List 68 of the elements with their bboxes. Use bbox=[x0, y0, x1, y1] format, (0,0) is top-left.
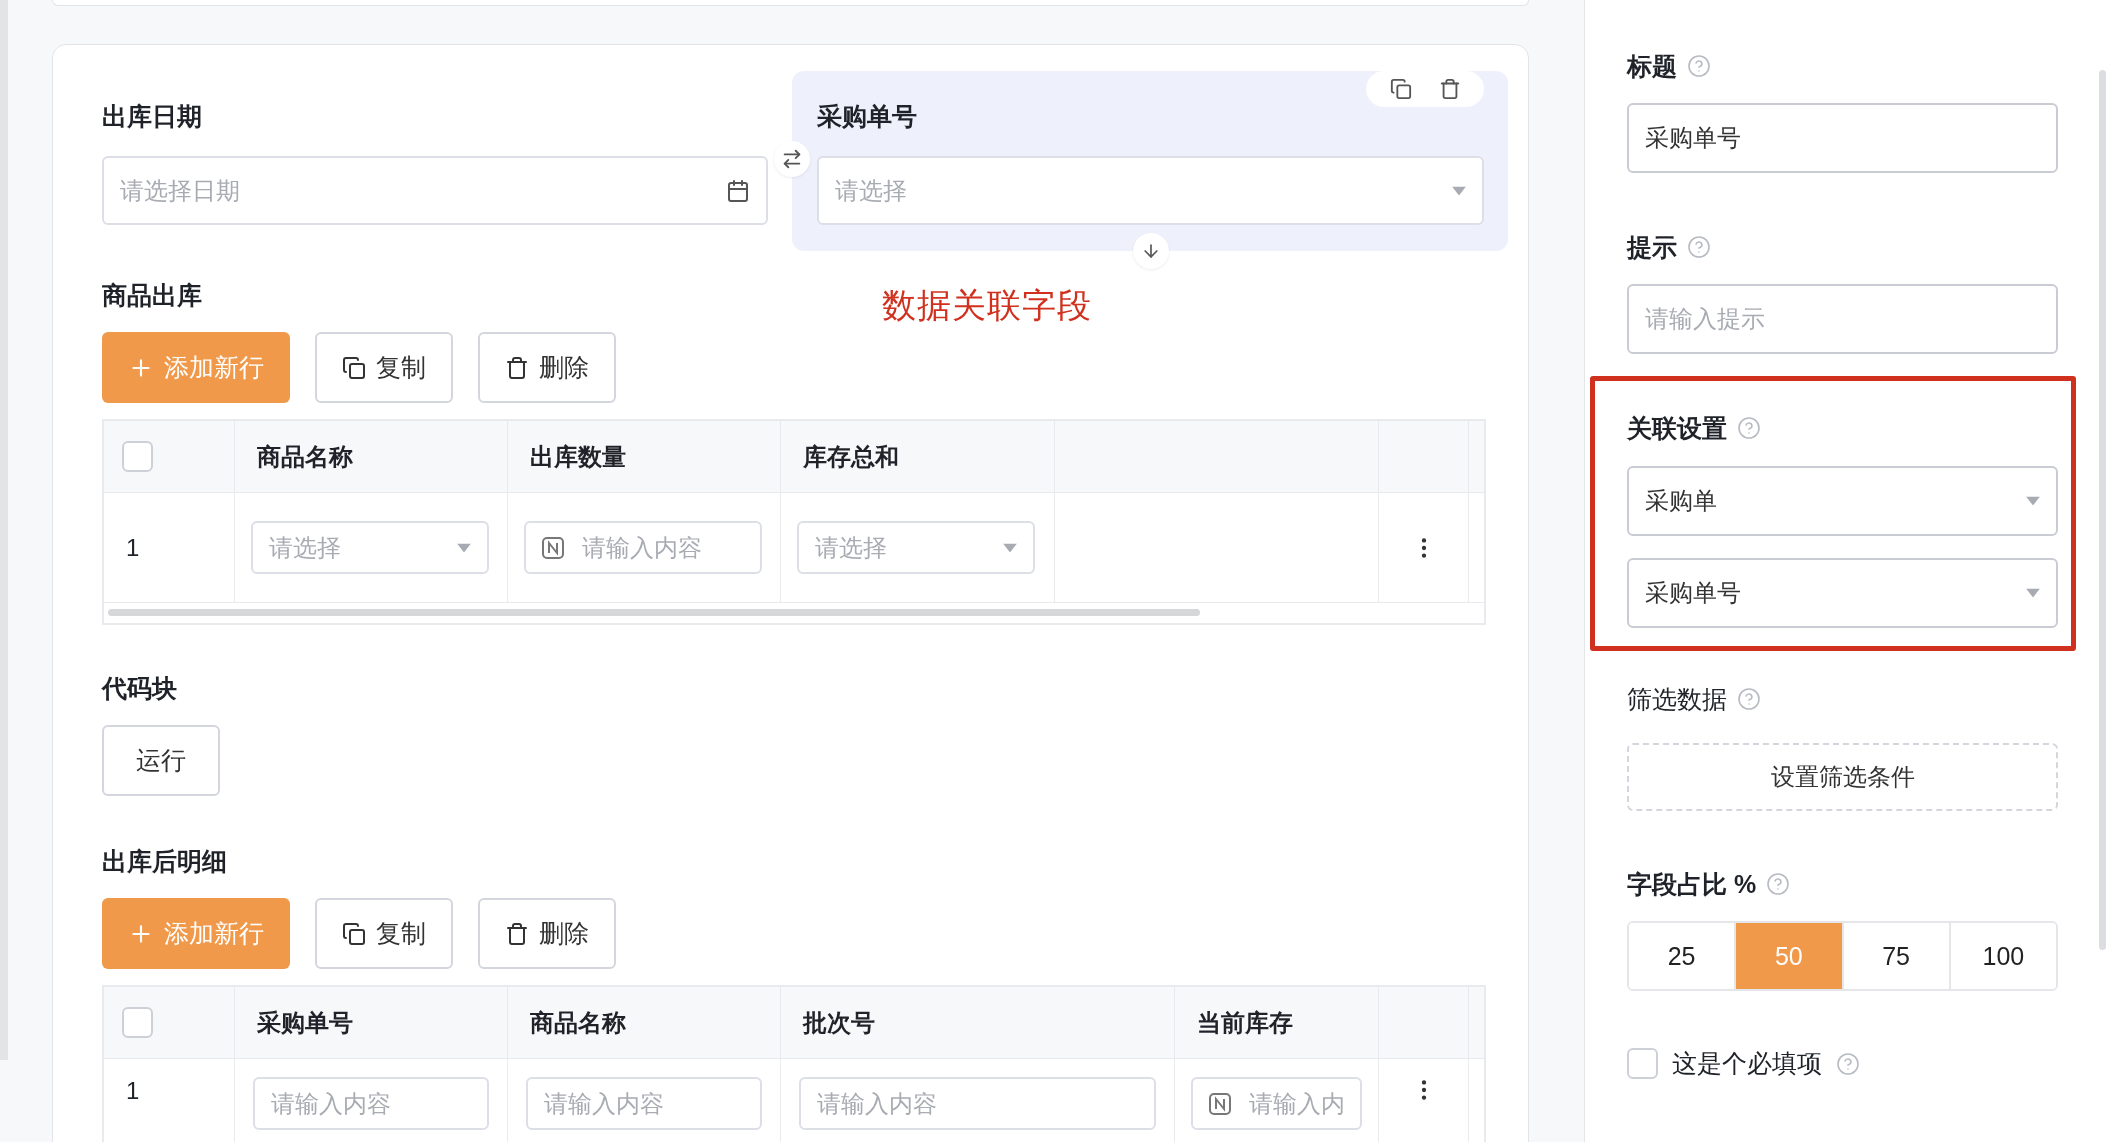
column-header: 商品名称 bbox=[257, 441, 353, 472]
number-field[interactable]: 请输入内容 bbox=[524, 521, 762, 574]
text-field[interactable]: 采购单号 bbox=[1627, 103, 2058, 173]
row-number: 1 bbox=[126, 1077, 140, 1105]
section-title: 出库后明细 bbox=[102, 846, 227, 876]
column-header: 出库数量 bbox=[530, 441, 626, 472]
calendar-icon bbox=[726, 178, 750, 203]
copy-button[interactable]: 复制 bbox=[315, 332, 453, 403]
copy-icon[interactable] bbox=[1389, 78, 1412, 100]
column-header: 商品名称 bbox=[530, 1007, 626, 1038]
column-header: 批次号 bbox=[803, 1007, 875, 1038]
text-field[interactable]: 请输入内容 bbox=[253, 1077, 489, 1130]
help-icon[interactable] bbox=[1687, 235, 1711, 259]
setting-label: 字段占比 % bbox=[1627, 869, 1757, 899]
row-number: 1 bbox=[126, 533, 140, 562]
scrollbar[interactable] bbox=[108, 609, 1200, 616]
copy-icon bbox=[342, 355, 366, 380]
column-header: 库存总和 bbox=[803, 441, 899, 472]
number-icon bbox=[542, 536, 564, 559]
selected-field-panel[interactable]: 采购单号 请选择 bbox=[792, 71, 1508, 251]
trash-icon bbox=[505, 921, 529, 946]
delete-button[interactable]: 删除 bbox=[478, 898, 616, 969]
copy-icon bbox=[342, 921, 366, 946]
setting-label: 标题 bbox=[1627, 51, 1677, 81]
field-label: 出库日期 bbox=[102, 101, 202, 131]
select-field[interactable]: 请选择 bbox=[797, 521, 1035, 574]
checkbox[interactable] bbox=[122, 1007, 153, 1038]
select-field[interactable]: 请选择 bbox=[251, 521, 489, 574]
checkbox-label: 这是个必填项 bbox=[1672, 1048, 1822, 1079]
field-label: 采购单号 bbox=[817, 101, 917, 131]
scrollbar[interactable] bbox=[2099, 70, 2106, 950]
annotation-text: 数据关联字段 bbox=[882, 285, 1092, 326]
date-field[interactable]: 请选择日期 bbox=[102, 156, 768, 225]
caret-icon bbox=[1003, 543, 1017, 552]
checkbox[interactable] bbox=[122, 441, 153, 472]
help-icon[interactable] bbox=[1737, 687, 1761, 711]
number-icon bbox=[1209, 1092, 1231, 1115]
column-header: 当前库存 bbox=[1197, 1007, 1293, 1038]
setting-label: 提示 bbox=[1627, 232, 1677, 262]
caret-icon bbox=[2026, 588, 2040, 598]
column-header: 采购单号 bbox=[257, 1007, 353, 1038]
help-icon[interactable] bbox=[1766, 872, 1791, 896]
filter-button[interactable]: 设置筛选条件 bbox=[1627, 743, 2058, 811]
delete-button[interactable]: 删除 bbox=[478, 332, 616, 403]
setting-label: 关联设置 bbox=[1627, 413, 1727, 443]
section-title: 商品出库 bbox=[102, 280, 202, 310]
text-field[interactable]: 请输入内容 bbox=[526, 1077, 762, 1130]
caret-icon bbox=[457, 543, 471, 552]
copy-button[interactable]: 复制 bbox=[315, 898, 453, 969]
caret-icon bbox=[1452, 186, 1466, 195]
trash-icon bbox=[505, 355, 529, 380]
checkbox[interactable] bbox=[1627, 1048, 1658, 1079]
ratio-option[interactable]: 25 bbox=[1629, 923, 1737, 989]
select-field[interactable]: 请选择 bbox=[817, 156, 1484, 225]
swap-icon[interactable] bbox=[781, 148, 803, 170]
select-field[interactable]: 采购单号 bbox=[1627, 558, 2058, 628]
select-field[interactable]: 采购单 bbox=[1627, 466, 2058, 536]
setting-label: 筛选数据 bbox=[1627, 684, 1727, 714]
number-field[interactable]: 请输入内 bbox=[1191, 1077, 1362, 1130]
text-field[interactable]: 请输入内容 bbox=[799, 1077, 1156, 1130]
help-icon[interactable] bbox=[1836, 1051, 1860, 1076]
section-title: 代码块 bbox=[102, 673, 177, 703]
run-button[interactable]: 运行 bbox=[102, 725, 220, 796]
help-icon[interactable] bbox=[1687, 54, 1711, 78]
trash-icon[interactable] bbox=[1438, 78, 1461, 100]
help-icon[interactable] bbox=[1737, 416, 1761, 440]
caret-icon bbox=[2026, 496, 2040, 506]
text-field[interactable]: 请输入提示 bbox=[1627, 284, 2058, 354]
